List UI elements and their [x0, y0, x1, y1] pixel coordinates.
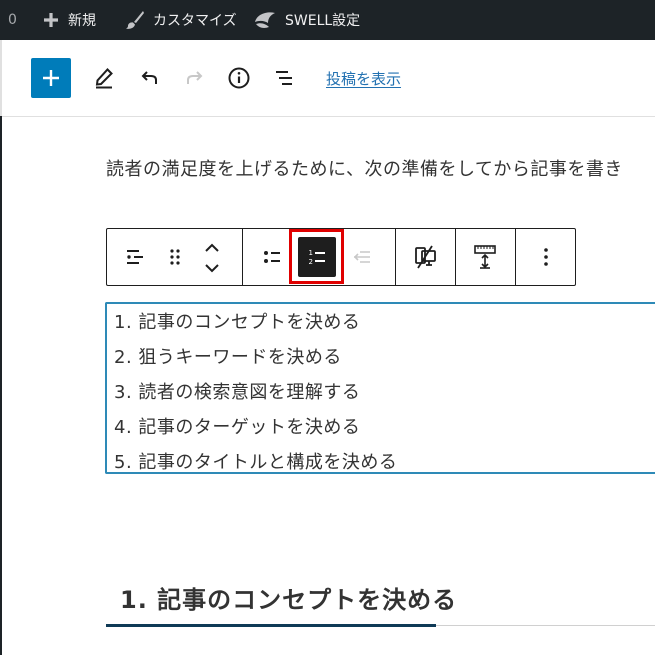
ordered-list-button[interactable]: 1 2 — [298, 237, 336, 277]
block-type-button[interactable] — [119, 243, 151, 271]
info-icon — [228, 67, 250, 89]
toolbar-divider — [515, 229, 516, 285]
admin-bar: 0 新規 カスタマイズ SWELL設定 — [0, 0, 655, 40]
more-vertical-icon — [544, 248, 548, 266]
section-heading[interactable]: 1. 記事のコンセプトを決める — [120, 580, 457, 615]
view-post-link[interactable]: 投稿を表示 — [326, 68, 401, 89]
outdent-icon — [353, 251, 370, 263]
toolbar-divider — [395, 229, 396, 285]
bullet-list-icon — [264, 251, 280, 263]
toolbar-divider — [242, 229, 243, 285]
redo-button[interactable] — [180, 64, 208, 92]
list-block-icon — [127, 250, 143, 264]
outdent-button[interactable] — [345, 241, 379, 273]
toolbar-divider — [455, 229, 456, 285]
customize-menu[interactable]: カスタマイズ — [125, 0, 237, 40]
svg-text:2: 2 — [309, 258, 313, 266]
block-options-button[interactable] — [527, 241, 565, 273]
redo-icon — [187, 71, 203, 84]
undo-button[interactable] — [136, 64, 164, 92]
device-visibility-button[interactable] — [407, 241, 443, 273]
drag-handle-icon — [170, 249, 180, 265]
move-up-button[interactable] — [199, 239, 225, 257]
add-block-button[interactable] — [31, 58, 71, 98]
plus-icon — [42, 11, 60, 29]
chevron-up-icon — [205, 243, 219, 252]
intro-paragraph[interactable]: 読者の満足度を上げるために、次の準備をしてから記事を書き — [106, 155, 655, 181]
chevron-down-icon — [205, 264, 219, 273]
swell-settings-menu[interactable]: SWELL設定 — [253, 0, 360, 40]
undo-icon — [141, 71, 157, 84]
plus-icon — [43, 70, 59, 86]
ordered-list-block[interactable]: 1. 記事のコンセプトを決める 2. 狙うキーワードを決める 3. 読者の検索意… — [105, 302, 655, 474]
new-label: 新規 — [68, 13, 96, 29]
pencil-icon — [95, 68, 113, 89]
comment-count[interactable]: 0 — [8, 0, 17, 40]
new-content-menu[interactable]: 新規 — [42, 0, 96, 40]
editor-left-border — [0, 116, 2, 655]
spacing-icon — [474, 245, 496, 269]
brush-icon — [125, 10, 145, 30]
edit-tools-button[interactable] — [90, 64, 118, 92]
details-button[interactable] — [225, 64, 253, 92]
editor-left-edge — [0, 40, 2, 118]
block-toolbar: 1 2 — [106, 228, 576, 286]
editor-header: 投稿を表示 — [0, 40, 655, 117]
list-item[interactable]: 2. 狙うキーワードを決める — [114, 343, 342, 369]
drag-handle[interactable] — [163, 243, 187, 271]
customize-label: カスタマイズ — [153, 13, 237, 29]
list-item[interactable]: 3. 読者の検索意図を理解する — [114, 378, 360, 404]
list-item[interactable]: 4. 記事のターゲットを決める — [114, 413, 360, 439]
heading-underline-accent — [106, 624, 436, 627]
unordered-list-button[interactable] — [255, 241, 289, 273]
move-down-button[interactable] — [199, 259, 225, 277]
swell-settings-label: SWELL設定 — [285, 13, 361, 29]
numbered-list-icon: 1 2 — [309, 249, 325, 266]
list-item[interactable]: 5. 記事のタイトルと構成を決める — [114, 448, 397, 474]
device-visibility-icon — [415, 245, 436, 269]
list-view-button[interactable] — [270, 64, 298, 92]
svg-text:1: 1 — [309, 249, 313, 257]
list-item[interactable]: 1. 記事のコンセプトを決める — [114, 308, 360, 334]
heading-underline — [436, 625, 655, 626]
list-view-icon — [276, 71, 292, 85]
swell-logo-icon — [253, 10, 277, 30]
block-spacing-button[interactable] — [467, 241, 503, 273]
